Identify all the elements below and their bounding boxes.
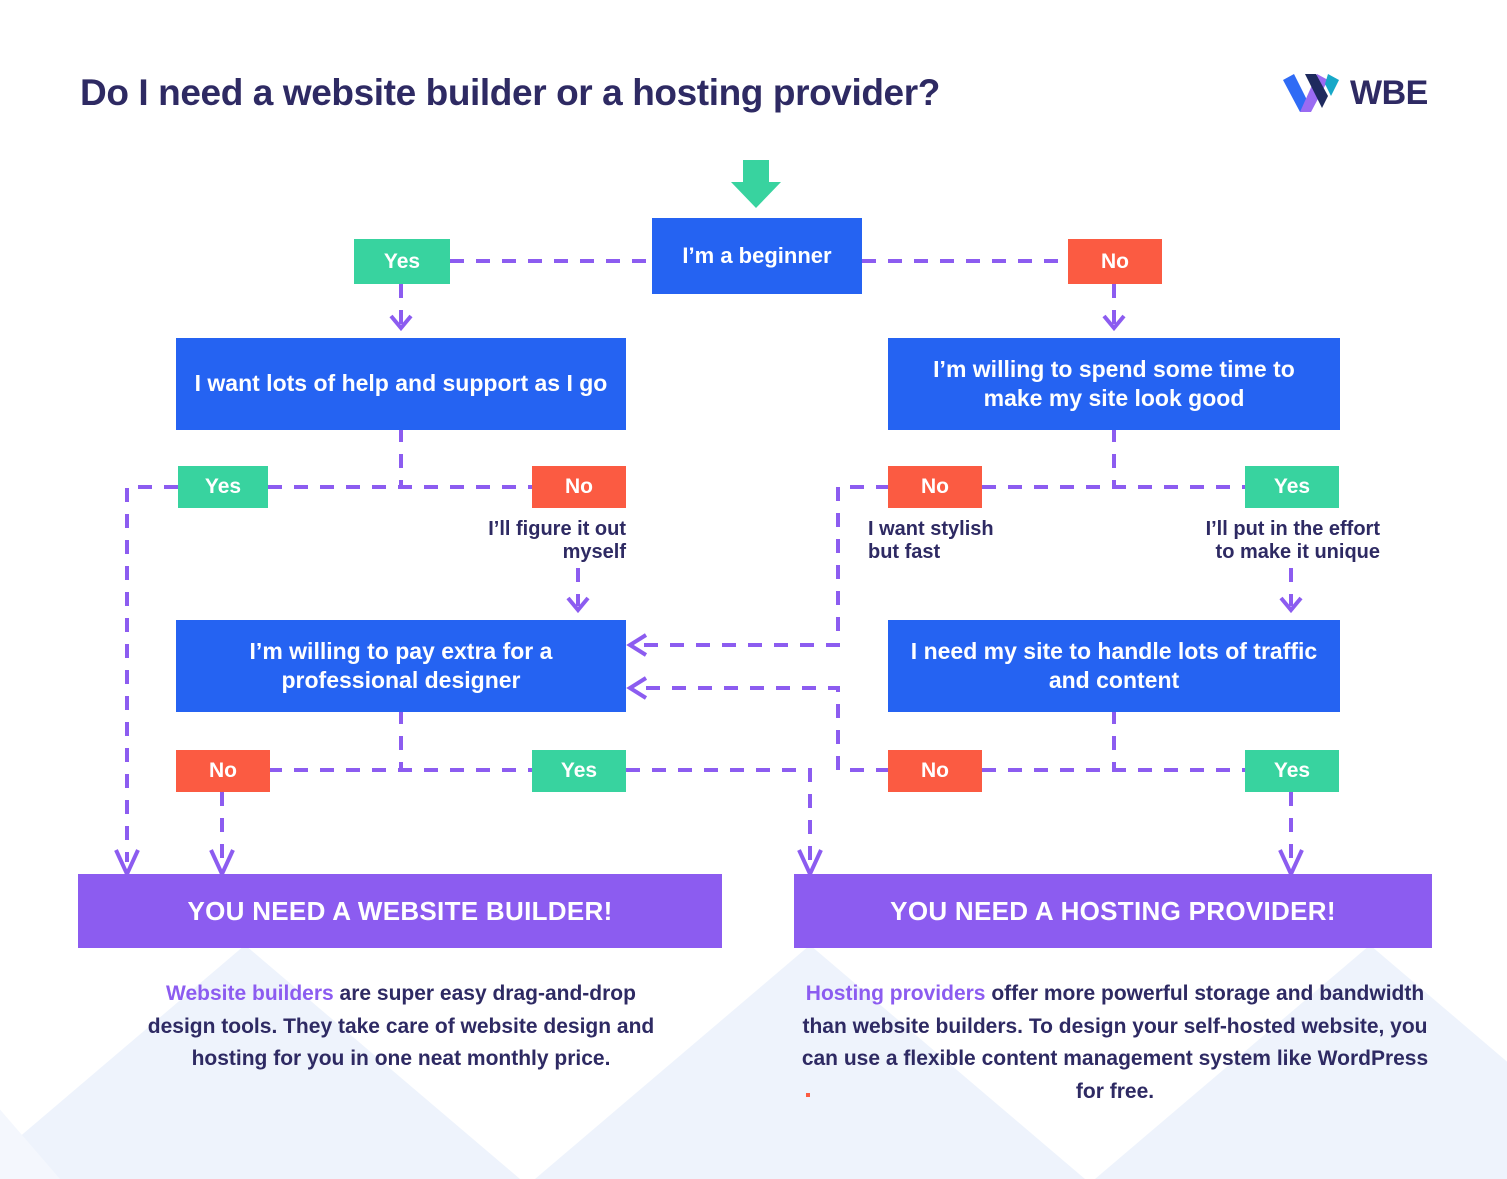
result-banner-website-builder[interactable]: YOU NEED A WEBSITE BUILDER! — [78, 874, 722, 948]
annotation-stylish-but-fast: I want stylish but fast — [868, 518, 1108, 564]
annotation-line-2: to make it unique — [1215, 540, 1380, 563]
blurb-highlight: Hosting providers — [805, 982, 986, 1005]
chip-yes-beginner[interactable]: Yes — [354, 239, 450, 284]
page-title: Do I need a website builder or a hosting… — [80, 72, 940, 113]
infographic-canvas: Do I need a website builder or a hosting… — [0, 0, 1507, 1179]
question-box-spend-time[interactable]: I’m willing to spend some time to make m… — [888, 338, 1340, 430]
question-box-handle-traffic[interactable]: I need my site to handle lots of traffic… — [888, 620, 1340, 712]
chip-no-handle-traffic[interactable]: No — [888, 750, 982, 792]
annotation-line-1: I’ll put in the effort — [1205, 518, 1380, 540]
chip-no-pay-extra[interactable]: No — [176, 750, 270, 792]
brand-logo: WBE — [1283, 74, 1428, 112]
chip-no-beginner[interactable]: No — [1068, 239, 1162, 284]
annotation-figure-it-out: I’ll figure it out myself — [378, 518, 626, 564]
blurb-website-builder: Website builders are super easy drag-and… — [136, 978, 666, 1076]
annotation-line-1: I’ll figure it out — [488, 518, 626, 540]
blurb-highlight: Website builders — [166, 982, 334, 1005]
question-box-help-support[interactable]: I want lots of help and support as I go — [176, 338, 626, 430]
blurb-hosting-provider: Hosting providers offer more powerful st… — [790, 978, 1440, 1108]
annotation-line-2: myself — [562, 540, 626, 563]
chip-no-help-support[interactable]: No — [532, 466, 626, 508]
logo-text: WBE — [1350, 74, 1428, 112]
chip-yes-handle-traffic[interactable]: Yes — [1245, 750, 1339, 792]
question-box-beginner[interactable]: I’m a beginner — [652, 218, 862, 294]
result-banner-hosting-provider[interactable]: YOU NEED A HOSTING PROVIDER! — [794, 874, 1432, 948]
question-box-pay-extra-designer[interactable]: I’m willing to pay extra for a professio… — [176, 620, 626, 712]
annotation-put-in-effort: I’ll put in the effort to make it unique — [1100, 518, 1380, 564]
speck-mark — [806, 1093, 810, 1097]
annotation-line-2: but fast — [868, 540, 941, 563]
chip-yes-pay-extra[interactable]: Yes — [532, 750, 626, 792]
chip-yes-help-support[interactable]: Yes — [178, 466, 268, 508]
annotation-line-1: I want stylish — [868, 518, 994, 540]
wbe-chevron-logo-icon — [1283, 74, 1339, 112]
chip-yes-spend-time[interactable]: Yes — [1245, 466, 1339, 508]
chip-no-spend-time[interactable]: No — [888, 466, 982, 508]
